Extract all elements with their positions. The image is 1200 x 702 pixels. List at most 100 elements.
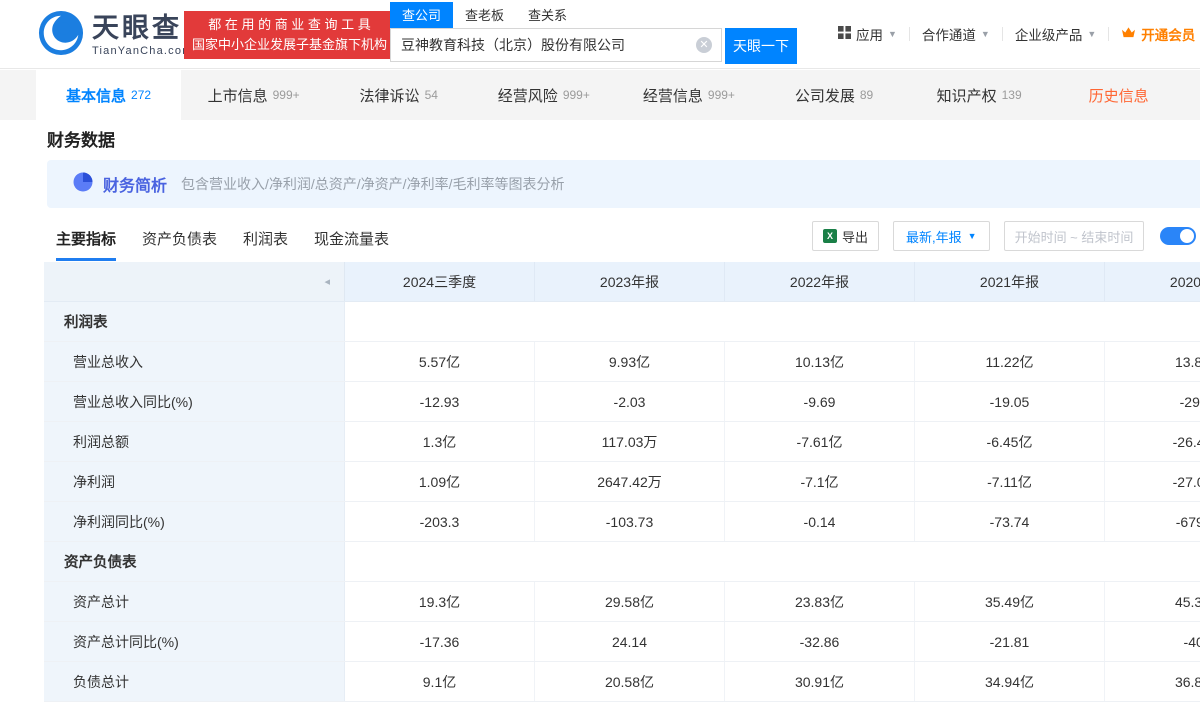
menu-vip-label: 开通会员 bbox=[1141, 24, 1195, 44]
logo-subtitle: TianYanCha.com bbox=[92, 45, 193, 57]
tab-intellectual-property[interactable]: 知识产权 139 bbox=[907, 70, 1052, 120]
section-title-financial-data: 财务数据 bbox=[47, 126, 115, 151]
table-cell: -21.81 bbox=[915, 622, 1105, 661]
table-cell: -203.3 bbox=[345, 502, 535, 541]
table-cell: 23.83亿 bbox=[725, 582, 915, 621]
tianyancha-logo[interactable]: 天眼查 TianYanCha.com bbox=[38, 10, 193, 61]
search-input[interactable] bbox=[390, 28, 722, 62]
table-row: 利润总额1.3亿117.03万-7.61亿-6.45亿-26.42亿 bbox=[44, 422, 1200, 462]
company-nav: 基本信息 272 上市信息 999+ 法律诉讼 54 经营风险 999+ 经营信… bbox=[0, 70, 1200, 120]
financial-analysis-banner[interactable]: 财务简析 包含营业收入/净利润/总资产/净资产/净利率/毛利率等图表分析 bbox=[47, 160, 1200, 208]
menu-apps-label: 应用 bbox=[856, 24, 883, 44]
table-row: 负债总计9.1亿20.58亿30.91亿34.94亿36.83亿 bbox=[44, 662, 1200, 702]
chevron-down-icon: ▼ bbox=[981, 29, 990, 39]
table-cell: -19.05 bbox=[915, 382, 1105, 421]
table-cell: 10.13亿 bbox=[725, 342, 915, 381]
search-tab-relation[interactable]: 查关系 bbox=[516, 2, 579, 28]
tab-operation-risk[interactable]: 经营风险 999+ bbox=[471, 70, 616, 120]
subtab-key-indicators[interactable]: 主要指标 bbox=[56, 228, 116, 261]
menu-apps[interactable]: 应用 ▼ bbox=[826, 24, 909, 44]
search-button[interactable]: 天眼一下 bbox=[725, 28, 797, 64]
table-toolbar: X 导出 最新,年报 ▼ 开始时间 ~ 结束时间 隐藏空 bbox=[812, 221, 1200, 251]
row-label: 资产负债表 bbox=[44, 542, 345, 581]
table-cell: 1.09亿 bbox=[345, 462, 535, 501]
table-cell: 11.22亿 bbox=[915, 342, 1105, 381]
financial-table: ◂2024三季度2023年报2022年报2021年报2020年报利润表营业总收入… bbox=[44, 262, 1200, 702]
row-label: 利润总额 bbox=[44, 422, 345, 461]
hide-empty-toggle[interactable] bbox=[1160, 227, 1196, 245]
column-header: 2020年报 bbox=[1105, 262, 1200, 301]
pie-chart-icon bbox=[73, 172, 93, 197]
tab-history-info[interactable]: 历史信息 bbox=[1052, 70, 1200, 120]
table-cell: -32.86 bbox=[725, 622, 915, 661]
excel-icon: X bbox=[823, 229, 837, 243]
column-header: 2021年报 bbox=[915, 262, 1105, 301]
tab-basic-info[interactable]: 基本信息 272 bbox=[36, 70, 181, 120]
menu-partners-label: 合作通道 bbox=[922, 24, 976, 44]
tab-label: 公司发展 bbox=[795, 85, 855, 106]
table-row: 营业总收入5.57亿9.93亿10.13亿11.22亿13.86亿 bbox=[44, 342, 1200, 382]
tianyancha-logo-icon bbox=[38, 10, 84, 61]
subtab-balance-sheet[interactable]: 资产负债表 bbox=[142, 228, 217, 261]
menu-partners[interactable]: 合作通道 ▼ bbox=[910, 24, 1002, 44]
table-cell: 19.3亿 bbox=[345, 582, 535, 621]
report-filter-dropdown[interactable]: 最新,年报 ▼ bbox=[893, 221, 990, 251]
tab-legal-litigation[interactable]: 法律诉讼 54 bbox=[326, 70, 471, 120]
site-header: 天眼查 TianYanCha.com 都 在 用 的 商 业 查 询 工 具 国… bbox=[0, 0, 1200, 69]
table-cell: -17.36 bbox=[345, 622, 535, 661]
promo-banner: 都 在 用 的 商 业 查 询 工 具 国家中小企业发展子基金旗下机构 bbox=[184, 11, 395, 59]
table-row: 营业总收入同比(%)-12.93-2.03-9.69-19.05-29.97 bbox=[44, 382, 1200, 422]
table-row: 资产总计19.3亿29.58亿23.83亿35.49亿45.39亿 bbox=[44, 582, 1200, 622]
section-row-spacer bbox=[345, 302, 1200, 341]
tab-count: 89 bbox=[860, 88, 873, 102]
section-row-spacer bbox=[345, 542, 1200, 581]
table-cell: 13.86亿 bbox=[1105, 342, 1200, 381]
promo-line1: 都 在 用 的 商 业 查 询 工 具 bbox=[192, 15, 387, 35]
table-cell: 34.94亿 bbox=[915, 662, 1105, 701]
table-cell: -29.97 bbox=[1105, 382, 1200, 421]
toggle-knob bbox=[1180, 229, 1194, 243]
column-header: 2024三季度 bbox=[345, 262, 535, 301]
search-tab-company[interactable]: 查公司 bbox=[390, 2, 453, 28]
table-cell: 29.58亿 bbox=[535, 582, 725, 621]
menu-vip[interactable]: 开通会员 ▼ bbox=[1109, 24, 1200, 44]
tab-listing-info[interactable]: 上市信息 999+ bbox=[181, 70, 326, 120]
row-label: 利润表 bbox=[44, 302, 345, 341]
subtab-cash-flow[interactable]: 现金流量表 bbox=[314, 228, 389, 261]
table-cell: -26.42亿 bbox=[1105, 422, 1200, 461]
table-cell: 20.58亿 bbox=[535, 662, 725, 701]
tab-label: 经营信息 bbox=[643, 85, 703, 106]
table-header-row: ◂2024三季度2023年报2022年报2021年报2020年报 bbox=[44, 262, 1200, 302]
date-range-input[interactable]: 开始时间 ~ 结束时间 bbox=[1004, 221, 1145, 251]
table-cell: 9.1亿 bbox=[345, 662, 535, 701]
table-cell: -6.45亿 bbox=[915, 422, 1105, 461]
row-label: 资产总计 bbox=[44, 582, 345, 621]
menu-enterprise[interactable]: 企业级产品 ▼ bbox=[1003, 24, 1108, 44]
company-nav-tabs: 基本信息 272 上市信息 999+ 法律诉讼 54 经营风险 999+ 经营信… bbox=[0, 70, 1200, 120]
tab-count: 999+ bbox=[708, 88, 735, 102]
top-menu: 应用 ▼ 合作通道 ▼ 企业级产品 ▼ 开通会员 ▼ bbox=[826, 24, 1200, 44]
table-cell: -103.73 bbox=[535, 502, 725, 541]
table-cell: 35.49亿 bbox=[915, 582, 1105, 621]
apps-grid-icon bbox=[838, 26, 851, 42]
row-label: 营业总收入同比(%) bbox=[44, 382, 345, 421]
promo-line2: 国家中小企业发展子基金旗下机构 bbox=[192, 35, 387, 55]
crown-icon bbox=[1121, 26, 1136, 42]
tab-operation-info[interactable]: 经营信息 999+ bbox=[616, 70, 761, 120]
search-tabs: 查公司 查老板 查关系 bbox=[390, 2, 797, 28]
tab-count: 999+ bbox=[273, 88, 300, 102]
clear-icon[interactable]: ✕ bbox=[696, 37, 712, 53]
tab-label: 上市信息 bbox=[208, 85, 268, 106]
subtab-income-statement[interactable]: 利润表 bbox=[243, 228, 288, 261]
chevron-down-icon: ▼ bbox=[1087, 29, 1096, 39]
chevron-down-icon: ▼ bbox=[888, 29, 897, 39]
tab-label: 历史信息 bbox=[1089, 85, 1149, 106]
menu-enterprise-label: 企业级产品 bbox=[1015, 24, 1083, 44]
tab-company-development[interactable]: 公司发展 89 bbox=[761, 70, 906, 120]
search-tab-boss[interactable]: 查老板 bbox=[453, 2, 516, 28]
analysis-description: 包含营业收入/净利润/总资产/净资产/净利率/毛利率等图表分析 bbox=[181, 174, 564, 194]
table-cell: -2.03 bbox=[535, 382, 725, 421]
collapse-left-icon[interactable]: ◂ bbox=[324, 275, 330, 288]
row-label: 净利润同比(%) bbox=[44, 502, 345, 541]
export-button[interactable]: X 导出 bbox=[812, 221, 879, 251]
